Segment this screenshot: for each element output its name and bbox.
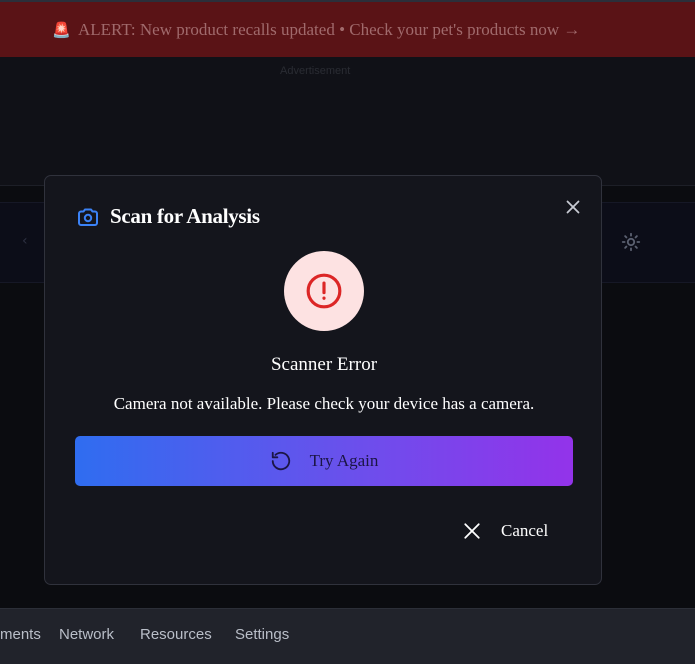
error-message: Camera not available. Please check your … xyxy=(113,394,535,413)
tab-resources[interactable]: Resources xyxy=(140,626,212,643)
alert-circle-icon xyxy=(306,273,342,309)
devtools-tab-bar: ments Network Resources Settings xyxy=(0,608,695,664)
alert-text[interactable]: 🚨 ALERT: New product recalls updated • C… xyxy=(52,20,580,40)
advertisement-label: Advertisement xyxy=(280,65,351,77)
close-button[interactable] xyxy=(562,196,584,218)
chevron-left-icon: ‹ xyxy=(22,233,28,249)
dialog-title: Scan for Analysis xyxy=(110,204,260,228)
dialog-header: Scan for Analysis xyxy=(76,204,260,229)
error-title: Scanner Error xyxy=(270,354,378,375)
tab-network[interactable]: Network xyxy=(59,626,114,643)
advertisement-area: Advertisement xyxy=(0,57,695,186)
scan-analysis-dialog: Scan for Analysis Scanner Error Camera n… xyxy=(44,175,602,585)
try-again-button[interactable]: Try Again xyxy=(75,436,573,486)
camera-icon xyxy=(78,208,98,226)
close-icon xyxy=(566,200,580,214)
siren-icon: 🚨 xyxy=(52,22,71,39)
theme-toggle-sun-icon[interactable] xyxy=(620,231,642,253)
try-again-label: Try Again xyxy=(309,451,379,470)
alert-message: ALERT: New product recalls updated • Che… xyxy=(78,19,581,39)
recall-alert-banner[interactable]: 🚨 ALERT: New product recalls updated • C… xyxy=(0,0,695,57)
rotate-ccw-icon xyxy=(271,451,290,471)
cancel-button[interactable]: Cancel xyxy=(463,516,548,546)
cancel-label: Cancel xyxy=(501,521,549,540)
tab-elements[interactable]: ments xyxy=(0,626,41,643)
error-indicator xyxy=(284,251,364,331)
tab-settings[interactable]: Settings xyxy=(235,626,289,643)
x-icon xyxy=(464,523,480,539)
